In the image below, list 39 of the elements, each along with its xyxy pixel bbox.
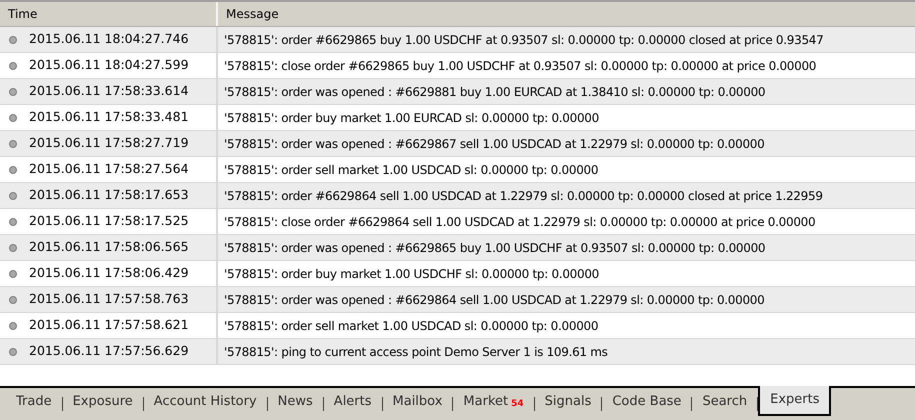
- tab[interactable]: Signals: [534, 388, 602, 416]
- time-cell-text: 2015.06.11 17:58:33.614: [29, 82, 189, 100]
- message-cell-text: '578815': ping to current access point Demo Server 1 is 109.61 ms: [223, 344, 608, 360]
- message-cell-text: '578815': order sell market 1.00 USDCAD sl: 0.00000 tp: 0.00000: [223, 318, 598, 334]
- time-cell-text: 2015.06.11 18:04:27.746: [29, 30, 189, 48]
- time-cell-text: 2015.06.11 17:57:58.763: [29, 290, 189, 308]
- time-cell-text: 2015.06.11 18:04:27.599: [29, 56, 189, 74]
- message-cell-text: '578815': close order #6629865 buy 1.00 USDCHF at 0.93507 sl: 0.00000 tp: 0.00000 at price 0.00000: [223, 58, 816, 74]
- tab[interactable]: Code Base: [602, 388, 692, 416]
- tab[interactable]: Mailbox: [382, 388, 452, 416]
- tab[interactable]: News: [268, 388, 323, 416]
- tab[interactable]: Experts: [758, 386, 832, 416]
- tab[interactable]: Market 54: [453, 388, 534, 416]
- tab[interactable]: Trade: [6, 388, 62, 416]
- time-cell-text: 2015.06.11 17:58:17.653: [29, 186, 189, 204]
- tab[interactable]: Account History: [144, 388, 267, 416]
- time-cell-text: 2015.06.11 17:57:58.621: [29, 316, 189, 334]
- time-cell-text: 2015.06.11 17:58:17.525: [29, 212, 189, 230]
- time-cell-text: 2015.06.11 17:58:06.565: [29, 238, 189, 256]
- column-header[interactable]: Message: [218, 2, 915, 26]
- message-cell-text: '578815': order buy market 1.00 EURCAD sl: 0.00000 tp: 0.00000: [223, 110, 599, 126]
- market-count-label: 54: [511, 398, 524, 411]
- time-cell-text: 2015.06.11 17:58:33.481: [29, 108, 189, 126]
- message-cell-text: '578815': close order #6629864 sell 1.00 USDCAD at 1.22979 sl: 0.00000 tp: 0.00000 at price 0.00000: [223, 214, 816, 230]
- time-cell-text: 2015.06.11 17:58:06.429: [29, 264, 189, 282]
- time-cell-text: 2015.06.11 17:58:27.564: [29, 160, 189, 178]
- tab[interactable]: Search: [692, 388, 758, 416]
- message-cell-text: '578815': order #6629864 sell 1.00 USDCAD at 1.22979 sl: 0.00000 tp: 0.00000 closed at price 1.22959: [223, 188, 823, 204]
- tab[interactable]: Exposure: [62, 388, 143, 416]
- time-cell-text: 2015.06.11 17:57:56.629: [29, 342, 189, 360]
- message-cell-text: '578815': order buy market 1.00 USDCHF sl: 0.00000 tp: 0.00000: [223, 266, 599, 282]
- message-cell-text: '578815': order #6629865 buy 1.00 USDCHF at 0.93507 sl: 0.00000 tp: 0.00000 closed at price 0.93547: [223, 32, 824, 48]
- message-cell-text: '578815': order sell market 1.00 USDCAD sl: 0.00000 tp: 0.00000: [223, 162, 598, 178]
- message-cell-text: '578815': order was opened : #6629865 buy 1.00 USDCHF at 0.93507 sl: 0.00000 tp: 0.00000: [223, 240, 766, 256]
- time-cell-text: 2015.06.11 17:58:27.719: [29, 134, 189, 152]
- tab[interactable]: Alerts: [324, 388, 382, 416]
- message-cell-text: '578815': order was opened : #6629867 sell 1.00 USDCAD at 1.22979 sl: 0.00000 tp: 0.00000: [223, 136, 764, 152]
- message-cell-text: '578815': order was opened : #6629881 buy 1.00 EURCAD at 1.38410 sl: 0.00000 tp: 0.00000: [223, 84, 766, 100]
- message-cell-text: '578815': order was opened : #6629864 sell 1.00 USDCAD at 1.22979 sl: 0.00000 tp: 0.00000: [223, 292, 764, 308]
